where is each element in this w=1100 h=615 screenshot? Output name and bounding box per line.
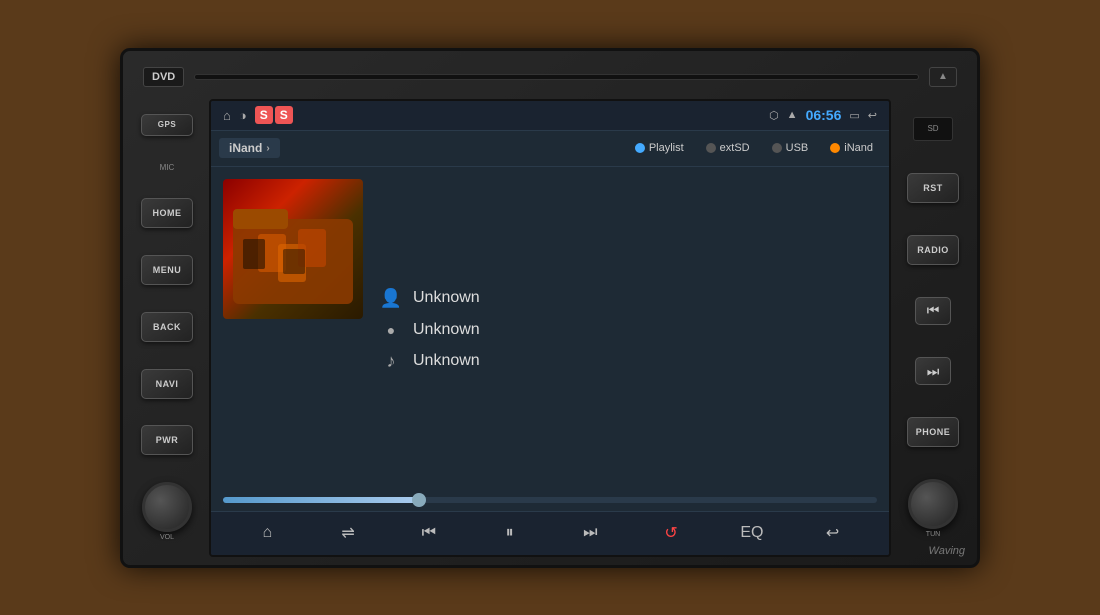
tab-label-playlist: Playlist <box>649 142 684 154</box>
tab-dot-playlist <box>635 143 645 153</box>
home-ctrl-button[interactable]: ⌂ <box>249 515 285 551</box>
rst-button[interactable]: RST <box>907 173 959 203</box>
tab-usb[interactable]: USB <box>764 139 817 157</box>
prev-track-button[interactable]: ⏮ <box>915 297 951 325</box>
album-art-svg <box>223 179 363 319</box>
tab-label-inand: iNand <box>844 142 873 154</box>
left-panel: GPS MIC HOME MENU BACK NAVI PWR VOL <box>131 99 203 557</box>
home-button[interactable]: HOME <box>141 198 193 228</box>
artist-text: Unknown <box>413 289 480 307</box>
tab-playlist[interactable]: Playlist <box>627 139 692 157</box>
controls-bar: ⌂ ⇌ ⏮ ⏸ ⏭ ↺ EQ ↩ <box>211 511 889 555</box>
top-strip: DVD ▲ <box>131 59 969 95</box>
content-area: 👤 Unknown ● Unknown ♪ Unknown <box>211 167 889 493</box>
main-screen: ⌂ ◑ S S ⬡ ▲ 06:56 ▭ ↩ iNan <box>209 99 891 557</box>
eject-button[interactable]: ▲ <box>929 67 957 87</box>
status-right-icons: ⬡ ▲ 06:56 ▭ ↩ <box>769 107 877 123</box>
progress-thumb <box>412 493 426 507</box>
dvd-slot <box>194 74 919 80</box>
tab-dot-usb <box>772 143 782 153</box>
car-unit: DVD ▲ GPS MIC HOME MENU BACK NAVI PWR <box>120 48 980 568</box>
home-icon: ⌂ <box>223 108 231 123</box>
progress-bar[interactable] <box>223 497 877 503</box>
back-ctrl-button[interactable]: ↩ <box>815 515 851 551</box>
progress-fill <box>223 497 419 503</box>
ss-badge-1: S <box>255 106 273 124</box>
tab-group: Playlist extSD USB iNand <box>627 139 881 157</box>
tun-label: TUN <box>926 531 940 538</box>
album-icon: ● <box>379 322 403 338</box>
play-pause-button[interactable]: ⏸ <box>492 515 528 551</box>
tab-dot-extsd <box>706 143 716 153</box>
tab-label-usb: USB <box>786 142 809 154</box>
source-arrow: › <box>266 143 269 154</box>
main-section: GPS MIC HOME MENU BACK NAVI PWR VOL <box>131 99 969 557</box>
artist-row: 👤 Unknown <box>379 288 877 309</box>
album-text: Unknown <box>413 321 480 339</box>
right-panel: SD RST RADIO ⏮ ⏭ PHONE TUN <box>897 99 969 557</box>
album-row: ● Unknown <box>379 321 877 339</box>
back-button[interactable]: BACK <box>141 312 193 342</box>
ss-badge-2: S <box>275 106 293 124</box>
back-nav-icon: ↩ <box>868 109 877 122</box>
pwr-button[interactable]: PWR <box>141 425 193 455</box>
source-tabs: iNand › Playlist extSD USB <box>211 131 889 167</box>
sd-slot: SD <box>913 117 953 141</box>
menu-button[interactable]: MENU <box>141 255 193 285</box>
vol-label: VOL <box>160 534 174 541</box>
radio-button[interactable]: RADIO <box>907 235 959 265</box>
track-info: 👤 Unknown ● Unknown ♪ Unknown <box>379 179 877 481</box>
cast-icon: ▭ <box>849 109 859 122</box>
tab-extsd[interactable]: extSD <box>698 139 758 157</box>
album-art <box>223 179 363 319</box>
loop-button[interactable]: ↺ <box>653 515 689 551</box>
source-label[interactable]: iNand › <box>219 138 280 158</box>
title-row: ♪ Unknown <box>379 351 877 372</box>
wifi-icon: ▲ <box>787 109 798 121</box>
shuffle-button[interactable]: ⇌ <box>330 515 366 551</box>
tuning-knob[interactable] <box>908 479 958 529</box>
watermark: Waving <box>929 545 965 557</box>
volume-knob[interactable] <box>142 482 192 532</box>
progress-section <box>211 493 889 511</box>
tab-dot-inand <box>830 143 840 153</box>
next-button[interactable]: ⏭ <box>572 515 608 551</box>
music-icon: ♪ <box>379 351 403 372</box>
bluetooth-icon: ⬡ <box>769 109 779 122</box>
prev-button[interactable]: ⏮ <box>411 515 447 551</box>
phone-button[interactable]: PHONE <box>907 417 959 447</box>
artist-icon: 👤 <box>379 288 403 309</box>
navi-button[interactable]: NAVI <box>141 369 193 399</box>
tab-inand[interactable]: iNand <box>822 139 881 157</box>
mic-label: MIC <box>160 163 175 172</box>
tab-label-extsd: extSD <box>720 142 750 154</box>
status-left-icons: ⌂ ◑ S S <box>223 106 293 124</box>
dvd-label: DVD <box>143 67 184 87</box>
ss-logo: S S <box>255 106 293 124</box>
title-text: Unknown <box>413 352 480 370</box>
status-bar: ⌂ ◑ S S ⬡ ▲ 06:56 ▭ ↩ <box>211 101 889 131</box>
next-track-button[interactable]: ⏭ <box>915 357 951 385</box>
brightness-icon: ◑ <box>239 108 247 123</box>
time-display: 06:56 <box>806 107 842 123</box>
gps-button[interactable]: GPS <box>141 114 193 136</box>
eq-button[interactable]: EQ <box>734 515 770 551</box>
